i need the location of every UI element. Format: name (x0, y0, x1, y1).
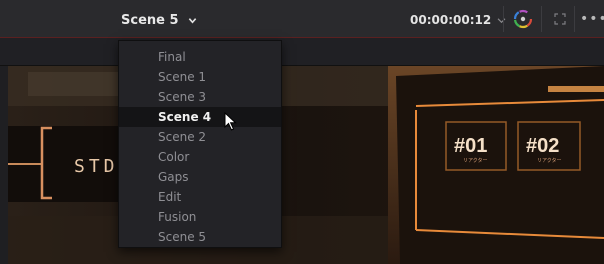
tile-label-02: #02 (526, 135, 559, 157)
scene-selector-label: Scene 5 (121, 12, 179, 28)
expand-icon[interactable] (551, 10, 569, 28)
tile-subtext-01: リアクター (463, 157, 488, 164)
toolbar-divider (541, 6, 542, 32)
menu-item-scene-3[interactable]: Scene 3 (119, 87, 281, 107)
sign-text: STD (74, 156, 119, 177)
viewer-frame: STD #01 #02 リアクター リアクター (8, 66, 604, 264)
tile-label-01: #01 (454, 135, 487, 157)
viewer-subbar (0, 38, 604, 66)
menu-item-final[interactable]: Final (119, 47, 281, 67)
menu-item-fusion[interactable]: Fusion (119, 207, 281, 227)
viewer-image: STD #01 #02 リアクター リアクター (8, 66, 604, 264)
timecode-selector[interactable]: 00:00:00:12 (410, 11, 506, 29)
chevron-down-icon (188, 17, 196, 24)
more-icon[interactable]: ••• (580, 10, 604, 28)
color-wheel-icon[interactable] (512, 8, 534, 30)
scene-dropdown-menu: Final Scene 1 Scene 3 Scene 4 Scene 2 Co… (118, 40, 282, 248)
menu-item-scene-1[interactable]: Scene 1 (119, 67, 281, 87)
menu-item-edit[interactable]: Edit (119, 187, 281, 207)
top-toolbar: Scene 5 00:00:00:12 ••• (0, 0, 604, 38)
menu-item-color[interactable]: Color (119, 147, 281, 167)
chevron-down-icon (497, 17, 506, 23)
tile-subtext-02: リアクター (537, 157, 562, 164)
menu-item-scene-2[interactable]: Scene 2 (119, 127, 281, 147)
menu-item-gaps[interactable]: Gaps (119, 167, 281, 187)
timecode-value: 00:00:00:12 (410, 13, 492, 27)
scene-selector[interactable]: Scene 5 (121, 10, 197, 30)
mouse-cursor-icon (224, 112, 237, 131)
menu-item-scene-5[interactable]: Scene 5 (119, 227, 281, 247)
toolbar-divider (503, 6, 504, 32)
toolbar-divider (574, 6, 575, 32)
menu-item-scene-4[interactable]: Scene 4 (119, 107, 281, 127)
